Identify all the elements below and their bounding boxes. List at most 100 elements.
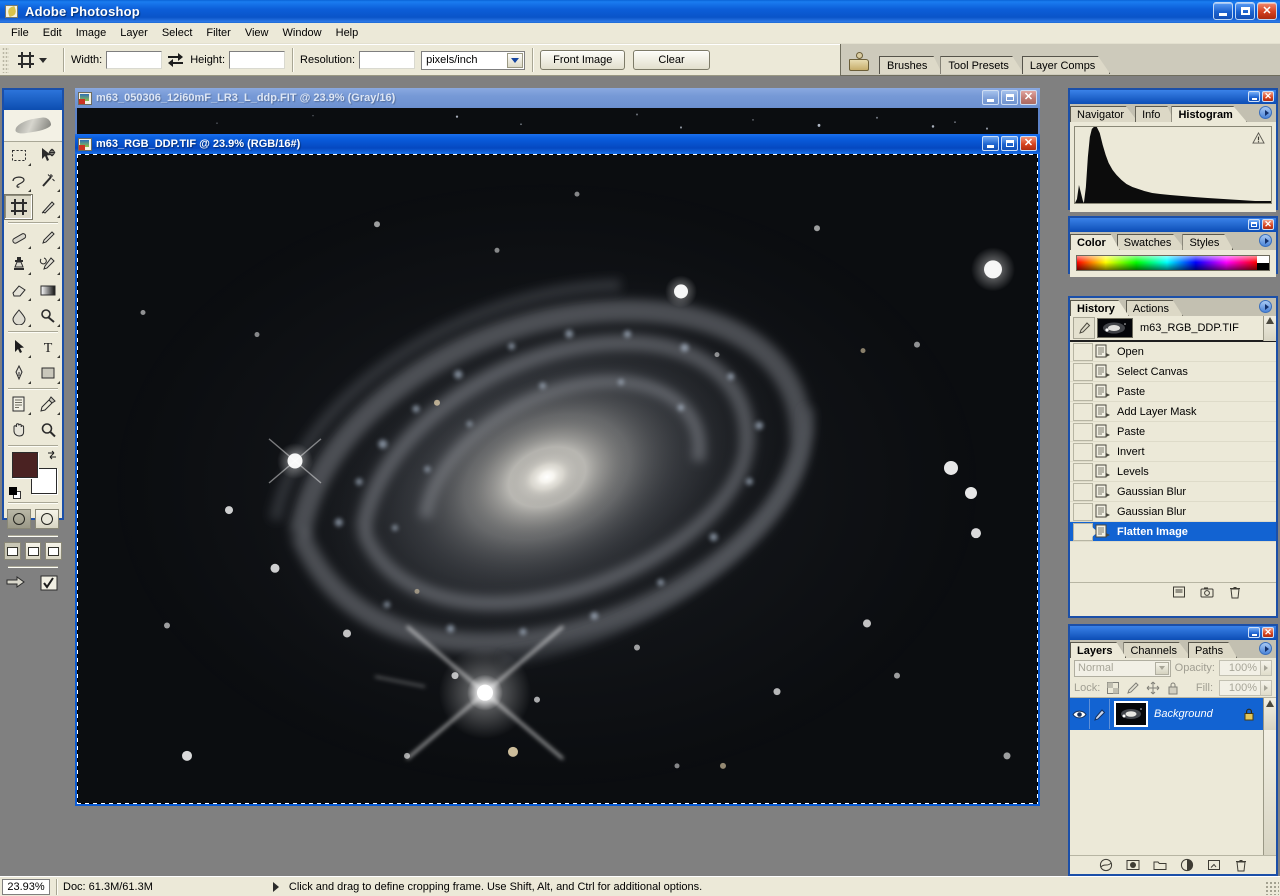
swap-colors-icon[interactable] [46,449,58,461]
fill-slider-arrow-icon[interactable] [1261,679,1272,696]
tab-swatches[interactable]: Swatches [1116,234,1186,250]
tool-pen[interactable] [4,360,33,386]
palette-menu-icon[interactable] [1259,300,1272,313]
history-source-slot[interactable] [1073,362,1093,381]
tab-history[interactable]: History [1070,300,1129,316]
tool-dodge[interactable] [33,303,62,329]
document-canvas[interactable] [75,154,1040,806]
standard-mode-button[interactable] [7,509,31,529]
document-maximize-button[interactable] [1001,136,1018,151]
tool-path-selection[interactable] [4,334,33,360]
well-tab-layer-comps[interactable]: Layer Comps [1021,56,1111,74]
well-tab-brushes[interactable]: Brushes [879,56,943,74]
white-black-swatches[interactable] [1257,256,1269,270]
menu-filter[interactable]: Filter [199,24,237,42]
history-state-open[interactable]: Open [1070,342,1276,362]
tab-paths[interactable]: Paths [1187,642,1238,658]
palette-menu-icon[interactable] [1259,234,1272,247]
tool-magic-wand[interactable] [33,168,62,194]
delete-layer-icon[interactable] [1234,858,1248,872]
lock-image-pixels-icon[interactable] [1126,681,1140,695]
layer-mask-icon[interactable] [1126,858,1140,872]
history-state-invert[interactable]: Invert [1070,442,1276,462]
tab-histogram[interactable]: Histogram [1171,106,1247,122]
front-image-button[interactable]: Front Image [540,50,626,70]
tool-slice[interactable] [33,194,62,220]
height-input[interactable] [229,51,286,69]
document-maximize-button[interactable] [1001,90,1018,105]
history-source-slot[interactable] [1073,382,1093,401]
opacity-value[interactable]: 100% [1219,660,1261,676]
tab-color[interactable]: Color [1070,234,1120,250]
tab-styles[interactable]: Styles [1182,234,1234,250]
spectrum-strip[interactable] [1077,256,1257,270]
cached-data-warning-icon[interactable] [1252,132,1265,144]
menu-window[interactable]: Window [276,24,329,42]
tool-gradient[interactable] [33,277,62,303]
new-group-icon[interactable] [1153,858,1167,872]
minimize-button[interactable] [1213,2,1233,20]
palette-close-button[interactable]: ✕ [1262,91,1274,102]
menu-image[interactable]: Image [69,24,114,42]
close-button[interactable]: ✕ [1257,2,1277,20]
tab-layers[interactable]: Layers [1070,642,1127,658]
history-state-paste-2[interactable]: Paste [1070,422,1276,442]
history-scrollbar-up[interactable] [1263,315,1276,341]
delete-state-icon[interactable] [1228,585,1242,599]
document-window-m63-rgb[interactable]: m63_RGB_DDP.TIF @ 23.9% (RGB/16#) ✕ [75,134,1040,806]
lock-all-icon[interactable] [1166,681,1180,695]
tool-notes[interactable] [4,391,33,417]
history-source-slot[interactable] [1073,422,1093,441]
document-minimize-button[interactable] [982,90,999,105]
maximize-button[interactable] [1235,2,1255,20]
history-source-slot[interactable] [1073,442,1093,461]
tool-preset-picker[interactable] [14,48,56,72]
history-state-add-layer-mask[interactable]: Add Layer Mask [1070,402,1276,422]
jump-to-checkmark-icon[interactable] [37,574,61,592]
tool-eyedropper[interactable] [33,391,62,417]
tool-lasso[interactable] [4,168,33,194]
standard-screen-mode-button[interactable] [4,542,21,560]
palette-close-button[interactable]: ✕ [1262,219,1274,230]
tab-channels[interactable]: Channels [1123,642,1191,658]
menu-help[interactable]: Help [329,24,366,42]
history-source-slot[interactable] [1073,482,1093,501]
menu-layer[interactable]: Layer [113,24,155,42]
blend-mode-select[interactable]: Normal [1074,659,1171,677]
tool-type[interactable]: T [33,334,62,360]
history-source-slot[interactable] [1073,402,1093,421]
layer-name[interactable]: Background [1154,708,1243,720]
new-layer-icon[interactable] [1207,858,1221,872]
resolution-input[interactable] [359,51,416,69]
history-state-flatten-image[interactable]: Flatten Image [1070,522,1276,542]
tool-rectangle-shape[interactable] [33,360,62,386]
tool-brush[interactable] [33,225,62,251]
layers-palette-title-bar[interactable]: ✕ [1070,626,1276,640]
history-source-slot[interactable] [1073,462,1093,481]
document-title-bar[interactable]: m63_050306_12i60mF_LR3_L_ddp.FIT @ 23.9%… [75,88,1040,108]
tool-crop[interactable] [4,194,33,220]
tool-eraser[interactable] [4,277,33,303]
tool-hand[interactable] [4,417,33,443]
history-state-levels[interactable]: Levels [1070,462,1276,482]
tool-clone-stamp[interactable] [4,251,33,277]
histogram-palette-title-bar[interactable]: ✕ [1070,90,1276,104]
history-state-gaussian-blur-2[interactable]: Gaussian Blur [1070,502,1276,522]
palette-close-button[interactable]: ✕ [1262,627,1274,638]
layer-style-icon[interactable] [1099,858,1113,872]
zoom-level-input[interactable]: 23.93% [2,878,50,895]
lock-position-icon[interactable] [1146,681,1160,695]
options-bar-grip[interactable] [2,47,9,73]
opacity-slider-arrow-icon[interactable] [1261,660,1272,676]
layer-row-background[interactable]: Background [1070,698,1276,730]
tool-history-brush[interactable] [33,251,62,277]
toolbox-title-bar[interactable] [4,90,62,110]
well-tab-tool-presets[interactable]: Tool Presets [940,56,1024,74]
history-source-slot[interactable] [1073,502,1093,521]
resolution-unit-select[interactable]: pixels/inch [421,50,526,70]
history-snapshot-row[interactable]: m63_RGB_DDP.TIF [1070,315,1276,342]
palette-menu-icon[interactable] [1259,642,1272,655]
tool-healing-brush[interactable] [4,225,33,251]
layer-thumbnail[interactable] [1114,701,1148,727]
tool-zoom[interactable] [33,417,62,443]
